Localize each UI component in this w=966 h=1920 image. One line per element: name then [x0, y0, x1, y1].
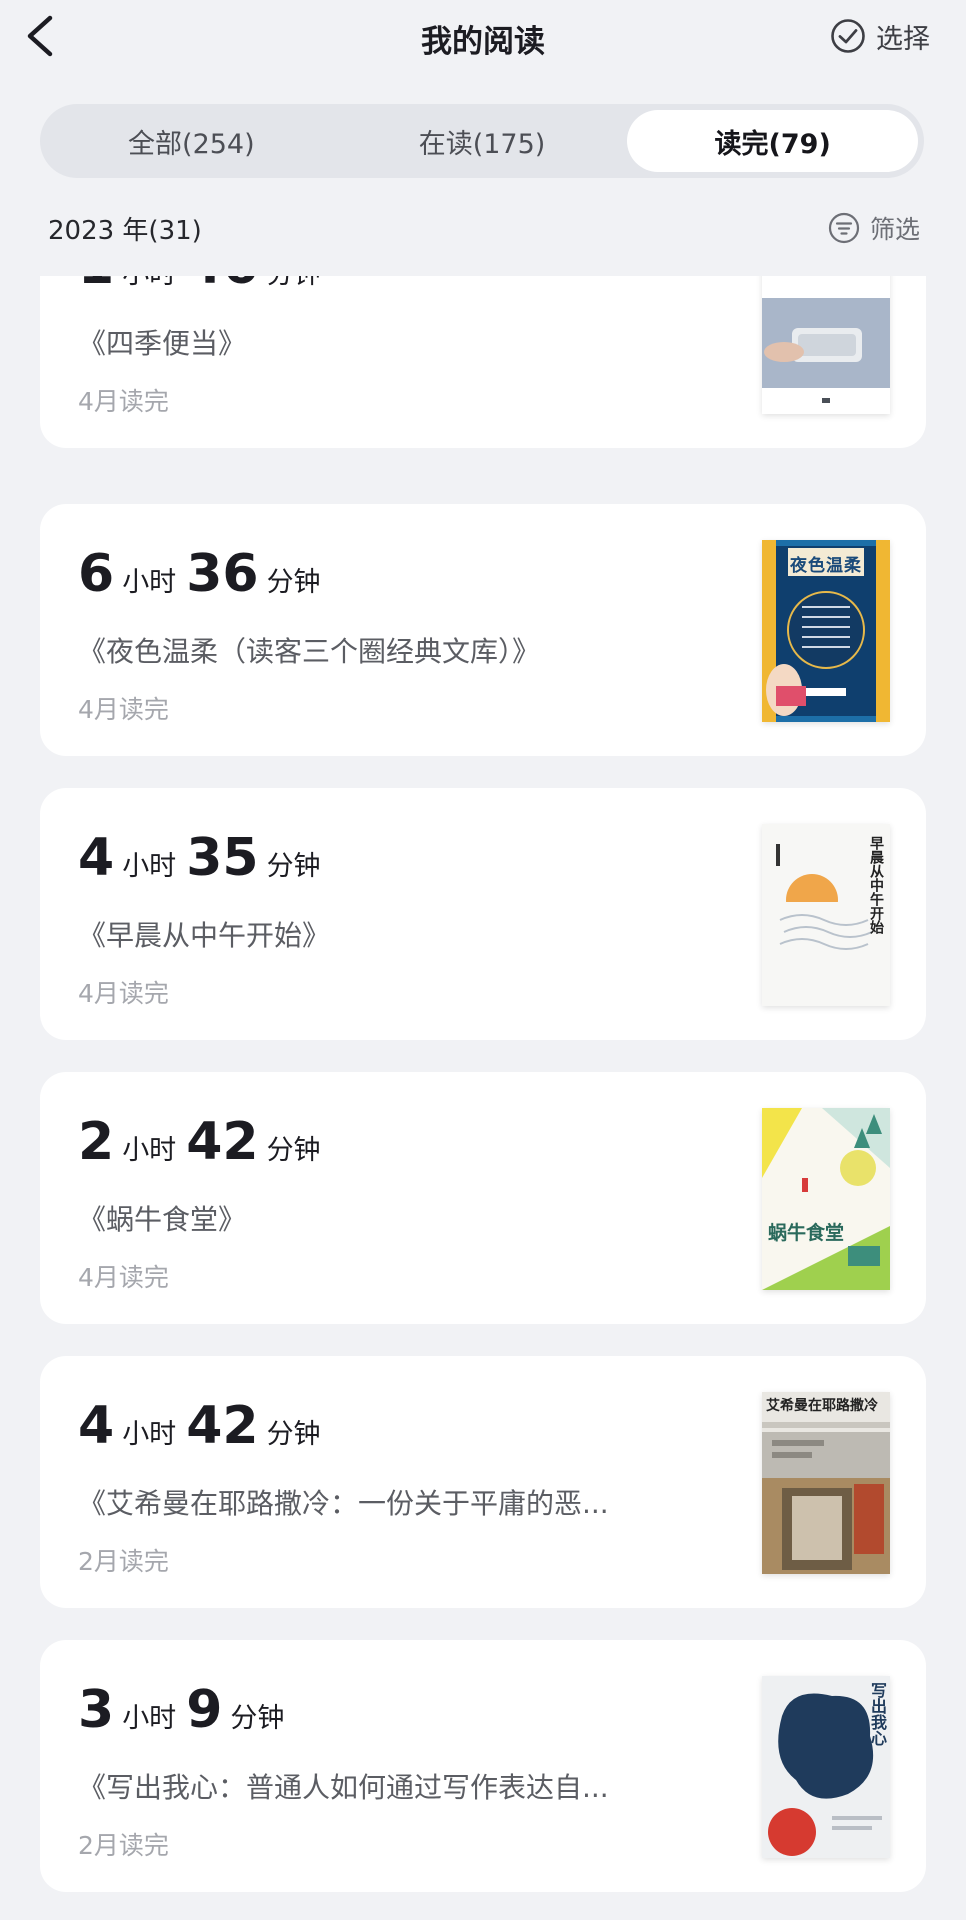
- book-title: 《早晨从中午开始》: [78, 919, 331, 952]
- book-title: 《艾希曼在耶路撒冷：一份关于平庸的恶...: [78, 1487, 609, 1520]
- finish-date: 2月读完: [78, 1547, 169, 1576]
- book-card[interactable]: 1小时46分钟 《四季便当》 4月读完: [40, 276, 926, 448]
- finished-books-list[interactable]: 1小时46分钟 《四季便当》 4月读完 6小时36分钟 《夜色温柔（读客三个圈经…: [0, 276, 966, 1920]
- eichmann-cover-icon: [762, 1392, 890, 1574]
- book-card[interactable]: 2 小时 42 分钟 《蜗牛食堂》 4月读完 蜗牛食堂: [40, 1072, 926, 1324]
- reading-duration: 1小时46分钟: [78, 276, 331, 296]
- finish-date: 2月读完: [78, 1831, 169, 1860]
- book-title: 《夜色温柔（读客三个圈经典文库）》: [78, 635, 541, 668]
- reading-status-tabs: 全部(254) 在读(175) 读完(79): [40, 104, 924, 178]
- book-title: 《写出我心：普通人如何通过写作表达自...: [78, 1771, 609, 1804]
- year-label: 2023 年(31): [48, 216, 202, 246]
- reading-duration: 2 小时 42 分钟: [78, 1112, 321, 1172]
- reading-duration: 3 小时 9 分钟: [78, 1680, 285, 1740]
- bento-cover-icon: [762, 276, 890, 414]
- check-circle-icon: [831, 19, 865, 53]
- top-bar: 我的阅读 选择: [0, 0, 966, 76]
- finish-date: 4月读完: [78, 387, 169, 416]
- book-cover: 早晨从中午开始: [762, 824, 890, 1006]
- reading-duration: 4 小时 42 分钟: [78, 1396, 321, 1456]
- book-title: 《蜗牛食堂》: [78, 1203, 247, 1236]
- tab-all[interactable]: 全部(254): [46, 110, 337, 172]
- book-cover: [762, 276, 890, 414]
- cover-title: 夜色温柔: [790, 556, 862, 576]
- book-cover: 写出我心: [762, 1676, 890, 1858]
- select-label: 选择: [876, 23, 930, 55]
- cover-title: 艾希曼在耶路撒冷: [766, 1398, 878, 1414]
- tab-reading[interactable]: 在读(175): [337, 110, 628, 172]
- book-card[interactable]: 6 小时 36 分钟 《夜色温柔（读客三个圈经典文库）》 4月读完 夜色温柔: [40, 504, 926, 756]
- book-cover: 艾希曼在耶路撒冷: [762, 1392, 890, 1574]
- snail-cafeteria-cover-icon: [762, 1108, 890, 1290]
- finish-date: 4月读完: [78, 979, 169, 1008]
- filter-icon: [828, 212, 860, 244]
- book-card[interactable]: 4 小时 42 分钟 《艾希曼在耶路撒冷：一份关于平庸的恶... 2月读完 艾希曼在耶…: [40, 1356, 926, 1608]
- cover-title: 早晨从中午开始: [868, 836, 884, 934]
- cover-title: 写出我心: [868, 1682, 887, 1746]
- reading-duration: 6 小时 36 分钟: [78, 544, 321, 604]
- reading-duration: 4 小时 35 分钟: [78, 828, 321, 888]
- filter-label: 筛选: [869, 215, 920, 244]
- finish-date: 4月读完: [78, 1263, 169, 1292]
- filter-button[interactable]: 筛选: [828, 208, 920, 248]
- book-card[interactable]: 3 小时 9 分钟 《写出我心：普通人如何通过写作表达自... 2月读完 写出我心: [40, 1640, 926, 1892]
- book-cover: 夜色温柔: [762, 540, 890, 722]
- book-cover: 蜗牛食堂: [762, 1108, 890, 1290]
- cover-title: 蜗牛食堂: [768, 1222, 845, 1244]
- tab-finished[interactable]: 读完(79): [627, 110, 919, 172]
- page-title: 我的阅读: [421, 24, 545, 60]
- select-button[interactable]: 选择: [830, 16, 930, 56]
- year-group-header: 2023 年(31) 筛选: [48, 208, 926, 248]
- book-card[interactable]: 4 小时 35 分钟 《早晨从中午开始》 4月读完 早晨从中午开始: [40, 788, 926, 1040]
- book-title: 《四季便当》: [78, 327, 247, 360]
- finish-date: 4月读完: [78, 695, 169, 724]
